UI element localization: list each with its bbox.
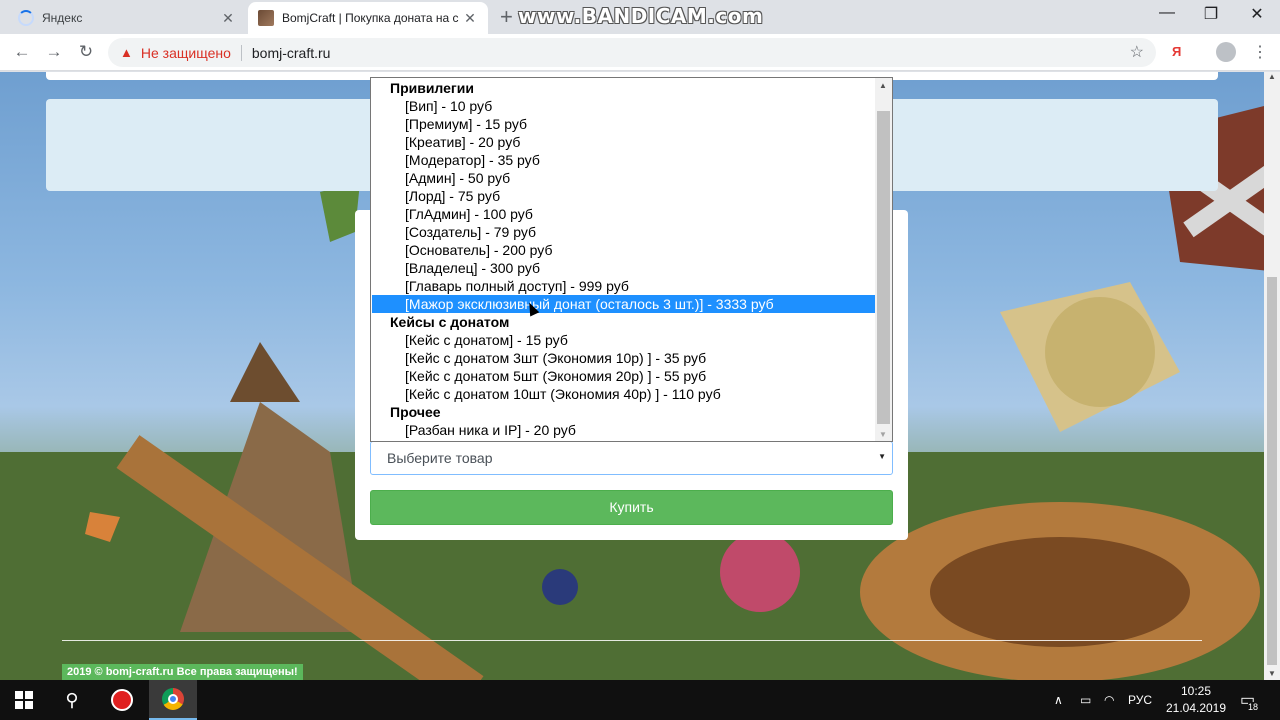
dropdown-option[interactable]: [Кейс с донатом 3шт (Экономия 10р) ] - 3… — [372, 349, 876, 367]
clock-time: 10:25 — [1180, 684, 1212, 698]
dropdown-option[interactable]: [Кейс с донатом 10шт (Экономия 40р) ] - … — [372, 385, 876, 403]
chrome-taskbar-button[interactable] — [149, 680, 197, 720]
product-select[interactable]: Выберите товар ▼ — [370, 441, 893, 475]
chrome-icon — [162, 688, 184, 710]
dropdown-option[interactable]: [Лорд] - 75 руб — [372, 187, 876, 205]
dropdown-option[interactable]: [ГлАдмин] - 100 руб — [372, 205, 876, 223]
select-arrow-icon[interactable]: ▼ — [878, 452, 886, 461]
tab-strip: Яндекс ✕ BomjCraft | Покупка доната на с… — [0, 0, 1280, 34]
profile-avatar[interactable] — [1216, 42, 1236, 62]
window-close-icon[interactable]: ✕ — [1234, 4, 1280, 24]
dropdown-option[interactable]: [Основатель] - 200 руб — [372, 241, 876, 259]
back-arrow-icon[interactable]: ← — [10, 40, 34, 64]
address-bar[interactable]: ▲ Не защищено bomj-craft.ru ☆ — [108, 38, 1156, 67]
maximize-icon[interactable]: ❐ — [1188, 4, 1234, 24]
language-indicator[interactable]: РУС — [1128, 680, 1152, 720]
browser-toolbar: ← → ↻ ▲ Не защищено bomj-craft.ru ☆ — [0, 34, 1280, 71]
site-favicon-icon — [258, 10, 274, 26]
security-status[interactable]: Не защищено — [141, 45, 231, 61]
dropdown-option[interactable]: [Модератор] - 35 руб — [372, 151, 876, 169]
search-button[interactable]: ⚲ — [48, 680, 96, 720]
notification-count: 18 — [1248, 702, 1259, 712]
tab-title: BomjCraft | Покупка доната на с — [282, 11, 459, 25]
page-scroll-thumb[interactable] — [1267, 277, 1277, 665]
dropdown-scroll-thumb[interactable] — [877, 111, 890, 424]
product-dropdown-list[interactable]: Привилегии [Вип] - 10 руб [Премиум] - 15 р… — [370, 77, 893, 442]
search-icon: ⚲ — [65, 689, 79, 710]
chevron-up-icon[interactable]: ∧ — [1054, 693, 1063, 707]
dropdown-option[interactable]: [Креатив] - 20 руб — [372, 133, 876, 151]
footer-divider — [62, 640, 1202, 641]
reload-icon[interactable]: ↻ — [74, 40, 98, 64]
start-button[interactable] — [0, 680, 48, 720]
minimize-icon[interactable]: — — [1144, 4, 1190, 22]
record-icon — [111, 689, 133, 711]
bandicam-watermark: www.BANDICAM.com — [518, 4, 764, 28]
scroll-down-icon[interactable]: ▼ — [879, 430, 887, 439]
dropdown-option[interactable]: [Владелец] - 300 руб — [372, 259, 876, 277]
dropdown-option[interactable]: [Вип] - 10 руб — [372, 97, 876, 115]
dropdown-option[interactable]: [Кейс с донатом] - 15 руб — [372, 331, 876, 349]
dropdown-option[interactable]: [Кейс с донатом 5шт (Экономия 20р) ] - 5… — [372, 367, 876, 385]
forward-arrow-icon[interactable]: → — [42, 40, 66, 64]
scroll-up-icon[interactable]: ▲ — [1268, 72, 1276, 81]
dropdown-option[interactable]: [Админ] - 50 руб — [372, 169, 876, 187]
warning-triangle-icon[interactable]: ▲ — [120, 45, 133, 60]
wifi-icon[interactable]: ◠ — [1104, 680, 1114, 720]
clock[interactable]: 10:25 21.04.2019 — [1160, 683, 1232, 717]
buy-button[interactable]: Купить — [370, 490, 893, 525]
select-placeholder: Выберите товар — [387, 450, 493, 466]
optgroup-label: Привилегии — [390, 80, 474, 96]
menu-kebab-icon[interactable]: ⋮ — [1252, 42, 1268, 62]
bookmark-star-icon[interactable]: ☆ — [1130, 42, 1144, 62]
scroll-down-icon[interactable]: ▼ — [1268, 669, 1276, 678]
scroll-up-icon[interactable]: ▲ — [879, 81, 887, 90]
show-hidden-icons[interactable]: ∧ — [1054, 680, 1063, 720]
tab-yandex[interactable]: Яндекс ✕ — [8, 2, 246, 34]
dropdown-option[interactable]: [Мажор эксклюзивный донат (осталось 3 шт… — [372, 295, 876, 313]
footer-copyright: 2019 © bomj-craft.ru Все права защищены! — [62, 664, 303, 680]
dropdown-scrollbar[interactable]: ▲ ▼ — [875, 78, 892, 441]
page-scrollbar[interactable]: ▲ ▼ — [1264, 72, 1280, 680]
taskbar: ⚲ ∧ ▭ ◠ РУС 10:25 21.04.2019 ▭ 18 — [0, 680, 1280, 720]
tab-close-icon[interactable]: ✕ — [220, 10, 236, 27]
dropdown-option[interactable]: [Премиум] - 15 руб — [372, 115, 876, 133]
optgroup-label: Прочее — [390, 404, 441, 420]
dropdown-option[interactable]: [Главарь полный доступ] - 999 руб — [372, 277, 876, 295]
clock-date: 21.04.2019 — [1165, 701, 1227, 715]
bandicam-taskbar-button[interactable] — [98, 680, 146, 720]
windows-logo-icon — [15, 691, 33, 709]
address-separator — [240, 44, 242, 61]
new-tab-plus-icon[interactable]: + — [500, 4, 513, 30]
option-list: Привилегии [Вип] - 10 руб [Премиум] - 15 р… — [372, 79, 876, 439]
tab-title: Яндекс — [42, 11, 83, 25]
url-text[interactable]: bomj-craft.ru — [252, 45, 331, 61]
dropdown-option[interactable]: [Разбан ника и IP] - 20 руб — [372, 421, 876, 439]
loading-spinner-icon — [18, 10, 34, 26]
tab-close-icon[interactable]: ✕ — [462, 10, 478, 27]
yandex-extension-icon[interactable]: Я — [1172, 44, 1181, 59]
dropdown-option[interactable]: [Создатель] - 79 руб — [372, 223, 876, 241]
tab-bomjcraft[interactable]: BomjCraft | Покупка доната на с ✕ — [248, 2, 488, 34]
optgroup-label: Кейсы с донатом — [390, 314, 510, 330]
network-icon[interactable]: ▭ — [1080, 680, 1091, 720]
